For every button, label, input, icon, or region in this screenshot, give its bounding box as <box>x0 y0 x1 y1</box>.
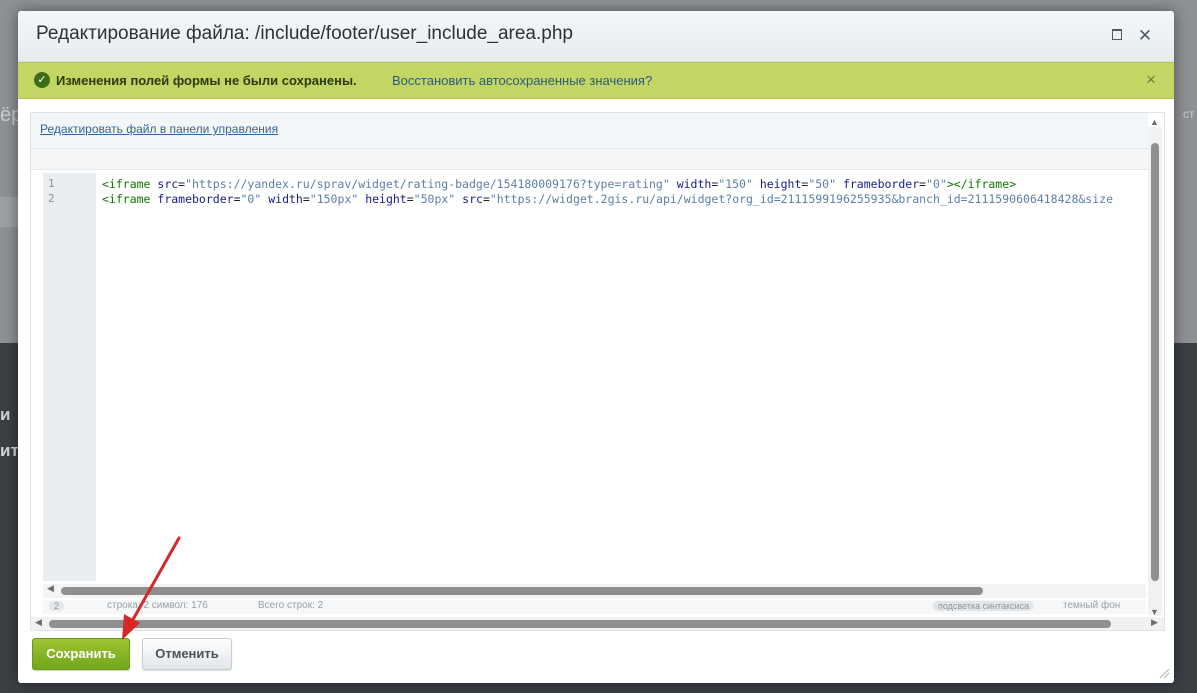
annotation-arrow-icon <box>122 536 181 640</box>
